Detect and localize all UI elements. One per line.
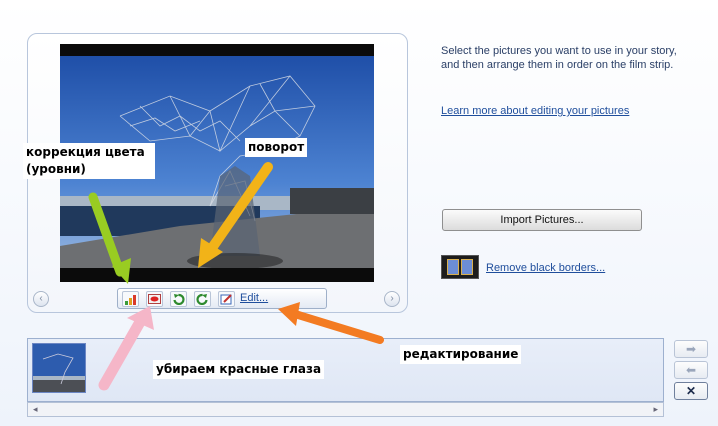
orange-arrow xyxy=(291,310,384,344)
annotation-editing: редактирование xyxy=(400,345,522,364)
green-arrow xyxy=(88,192,125,277)
annotation-arrows xyxy=(88,162,384,391)
photo-story-window: ‹ › Edit... Select the pictures you want… xyxy=(0,0,718,426)
pink-arrow xyxy=(98,316,146,391)
annotation-red-eye: убираем красные глаза xyxy=(153,360,325,379)
yellow-arrow xyxy=(207,162,273,253)
annotation-color-correction: коррекция цвета (уровни) xyxy=(23,143,155,179)
annotation-rotate: поворот xyxy=(245,138,308,157)
